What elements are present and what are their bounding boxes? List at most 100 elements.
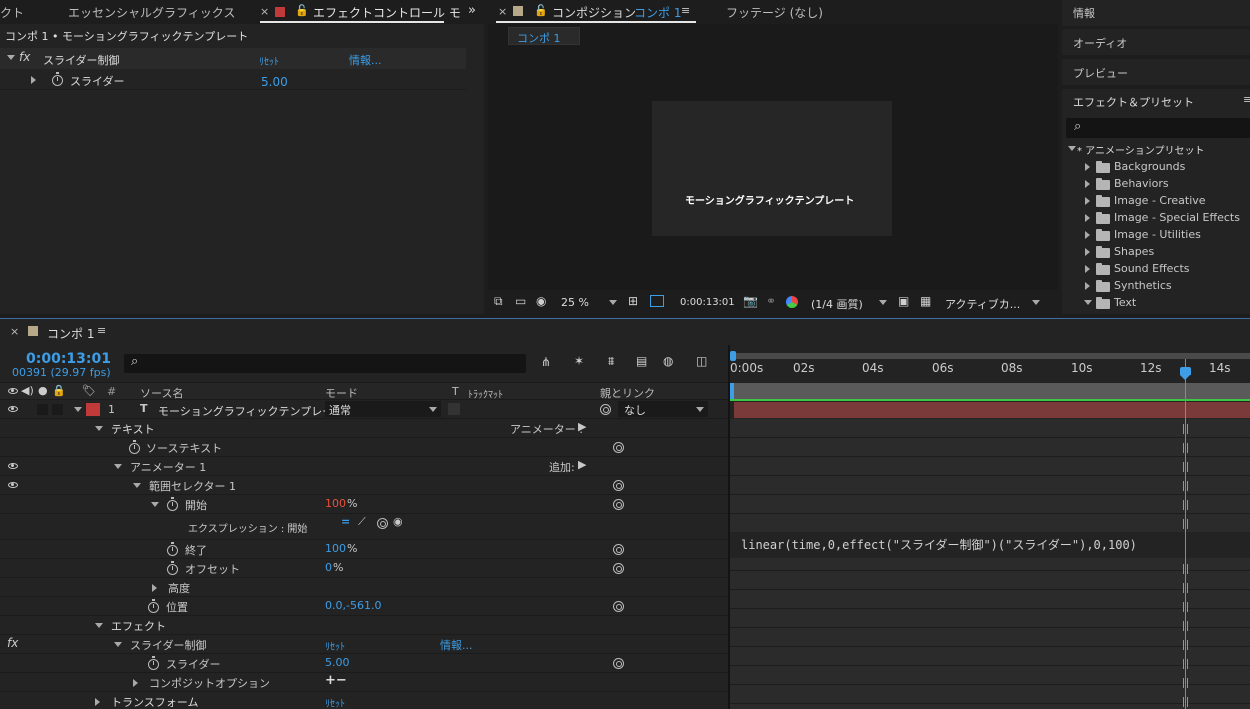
slider-control-info[interactable]: 情報... [440,637,473,653]
mask-icon[interactable]: ◉ [536,294,546,308]
keyframe-marker[interactable] [1183,519,1188,529]
panel-menu-icon[interactable]: ≡ [1243,93,1250,106]
tab-essential-graphics[interactable]: エッセンシャルグラフィックス [68,4,235,21]
collapse-arrow-icon[interactable] [95,623,103,628]
folder-item[interactable]: Shapes [1062,244,1250,261]
tree-root[interactable]: * アニメーションプリセット [1077,142,1204,157]
position-row[interactable]: 位置 0.0,-561.0 [0,597,728,616]
expression-pickwhip-icon[interactable] [377,518,388,529]
expand-arrow-icon[interactable] [1085,163,1090,171]
expand-arrow-icon[interactable] [95,698,100,706]
lock-icon[interactable]: 🔒 [52,384,66,397]
pickwhip-icon[interactable] [613,442,624,453]
region-icon[interactable] [650,295,664,307]
collapse-arrow-icon[interactable] [7,55,15,60]
close-icon[interactable]: × [260,5,269,18]
lock-box[interactable] [52,404,63,415]
keyframe-marker[interactable] [1183,500,1188,510]
effect-reset-link[interactable]: ﾘｾｯﾄ [259,53,279,68]
col-parent[interactable]: 親とリンク [600,385,655,401]
folder-item[interactable]: Image - Creative [1062,193,1250,210]
keyframe-marker[interactable] [1183,443,1188,453]
slider-value[interactable]: 5.00 [325,656,350,669]
camera-icon[interactable]: 📷 [743,294,758,308]
pickwhip-icon[interactable] [613,563,624,574]
comp-subtab[interactable]: コンポ 1 [508,27,580,45]
lock-icon[interactable]: 🔓 [295,4,309,17]
collapse-arrow-icon[interactable] [1084,300,1092,305]
collapse-arrow-icon[interactable] [114,464,122,469]
panel-overflow-icon[interactable]: » [468,3,476,18]
advanced-row[interactable]: 高度 [0,578,728,597]
eye-icon[interactable] [8,463,18,469]
pickwhip-icon[interactable] [600,404,611,415]
end-row[interactable]: 終了 100 % [0,540,728,559]
keyframe-marker[interactable] [1183,424,1188,434]
keyframe-marker[interactable] [1183,621,1188,631]
stopwatch-icon[interactable] [167,542,178,556]
shy-layers-icon[interactable]: ⩩ [608,354,614,369]
lock-icon[interactable]: 🔓 [534,4,548,17]
viewer-timecode[interactable]: 0:00:13:01 [680,297,735,308]
stopwatch-icon[interactable] [52,72,63,86]
animator-menu-label[interactable]: アニメーター : [510,421,583,437]
comp-canvas[interactable]: モーショングラフィックテンプレート [652,101,892,236]
offset-value[interactable]: 0 [325,561,332,574]
motion-blur-icon[interactable]: ◍ [663,354,673,368]
transform-row[interactable]: トランスフォーム ﾘｾｯﾄ [0,692,728,709]
folder-item[interactable]: Sound Effects [1062,261,1250,278]
flowchart-icon[interactable]: ⋔ [541,355,551,369]
effects-search-input[interactable]: ⌕ [1066,118,1250,138]
tab-footage[interactable]: フッテージ (なし) [726,4,823,21]
chevron-down-icon[interactable] [1032,300,1040,305]
transform-reset[interactable]: ﾘｾｯﾄ [325,695,345,709]
panel-menu-icon[interactable]: ≡ [97,324,106,337]
label-icon[interactable]: 🏷 [82,384,96,397]
expand-arrow-icon[interactable] [1085,265,1090,273]
keyframe-marker[interactable] [1183,659,1188,669]
start-value[interactable]: 100 [325,497,346,510]
collapse-arrow-icon[interactable] [74,407,82,412]
close-icon[interactable]: × [10,325,19,338]
graph-editor-icon[interactable]: ◫ [696,354,707,368]
folder-item[interactable]: Image - Special Effects [1062,210,1250,227]
expression-graph-icon[interactable]: ⟋ [358,515,366,529]
effect-info-link[interactable]: 情報... [349,52,382,68]
expression-editor[interactable]: linear(time,0,effect("スライダー制御")("スライダー")… [730,532,1250,558]
folder-item[interactable]: Image - Utilities [1062,227,1250,244]
tab-project[interactable]: クト [0,4,24,21]
label-color-swatch[interactable] [86,403,100,416]
expand-arrow-icon[interactable] [1085,282,1090,290]
slider-value[interactable]: 5.00 [261,75,288,89]
keyframe-marker[interactable] [1183,462,1188,472]
play-icon[interactable]: ▶ [578,458,586,471]
col-source-name[interactable]: ソース名 [140,385,183,401]
expression-language-menu-icon[interactable]: ◉ [393,515,403,528]
layer-row[interactable]: 1 T モーショングラフィックテンプレート 通常 なし [0,400,728,419]
offset-row[interactable]: オフセット 0 % [0,559,728,578]
expand-arrow-icon[interactable] [1085,214,1090,222]
pickwhip-icon[interactable] [613,544,624,555]
resolution-select[interactable]: (1/4 画質) [811,296,863,312]
track-matte-box[interactable] [448,403,460,415]
folder-item[interactable]: Synthetics [1062,278,1250,295]
stopwatch-icon[interactable] [148,599,159,613]
expand-arrow-icon[interactable] [31,76,36,84]
range-selector-row[interactable]: 範囲セレクター 1 [0,476,728,495]
transparency-grid-icon[interactable]: ▦ [920,294,931,308]
eye-icon[interactable] [8,482,18,488]
end-value[interactable]: 100 [325,542,346,555]
eye-icon[interactable] [8,388,18,394]
keyframe-marker[interactable] [1183,697,1188,707]
layer-mode-select[interactable]: 通常 [325,401,441,417]
position-value[interactable]: 0.0,-561.0 [325,599,381,612]
keyframe-marker[interactable] [1183,602,1188,612]
close-icon[interactable]: × [498,5,507,18]
expand-arrow-icon[interactable] [152,584,157,592]
link-icon[interactable]: ⚭ [766,294,776,308]
layer-name[interactable]: モーショングラフィックテンプレート [158,403,344,419]
tab-composition-name[interactable]: コンポ 1 [634,4,681,21]
chevron-down-icon[interactable] [879,300,887,305]
color-channels-icon[interactable] [786,296,798,308]
region-of-interest-icon[interactable]: ▣ [898,294,909,308]
